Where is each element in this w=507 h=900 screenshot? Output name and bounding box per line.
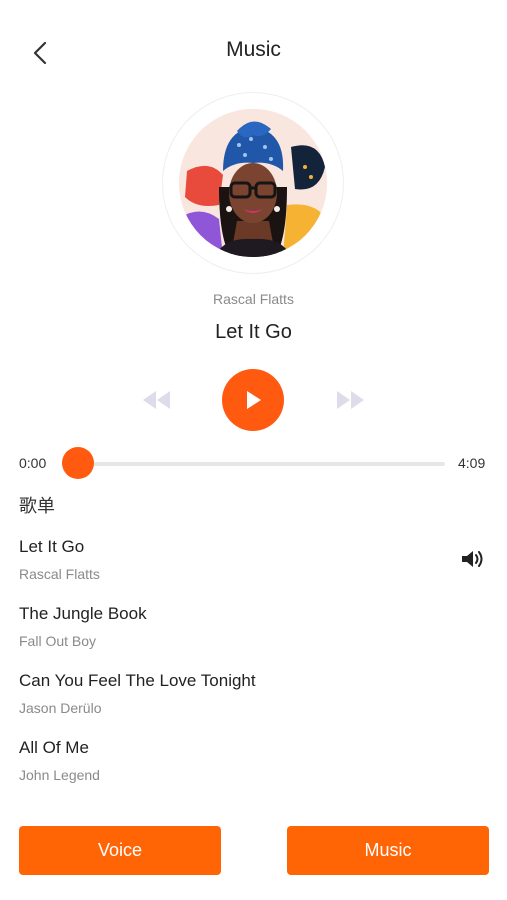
total-time: 4:09 — [458, 455, 486, 471]
rewind-icon — [143, 391, 170, 409]
now-playing-artist: Rascal Flatts — [213, 291, 294, 307]
list-item[interactable]: Can You Feel The Love Tonight Jason Derü… — [0, 671, 507, 735]
song-title: The Jungle Book — [19, 604, 147, 623]
progress-track[interactable] — [78, 462, 445, 466]
song-title: All Of Me — [19, 738, 89, 757]
play-button[interactable] — [222, 369, 284, 431]
music-button[interactable]: Music — [287, 826, 489, 875]
song-artist: Fall Out Boy — [19, 633, 97, 649]
now-playing-title: Let It Go — [215, 321, 292, 343]
song-title: Can You Feel The Love Tonight — [19, 671, 256, 690]
current-time: 0:00 — [19, 455, 47, 471]
progress-slider-thumb[interactable] — [62, 447, 94, 479]
fast-forward-icon — [337, 391, 364, 409]
previous-track-button[interactable] — [140, 388, 174, 412]
song-artist: Jason Derülo — [19, 700, 102, 716]
play-icon — [247, 391, 261, 409]
page-title: Music — [226, 38, 281, 61]
playlist-heading: 歌单 — [19, 496, 55, 516]
list-item[interactable]: All Of Me John Legend — [0, 738, 507, 802]
song-title: Let It Go — [19, 537, 85, 556]
speaker-icon — [461, 549, 485, 569]
album-art-portrait — [179, 109, 327, 257]
song-artist: Rascal Flatts — [19, 566, 100, 582]
voice-button[interactable]: Voice — [19, 826, 221, 875]
song-artist: John Legend — [19, 767, 100, 783]
list-item[interactable]: The Jungle Book Fall Out Boy — [0, 604, 507, 668]
list-item[interactable]: Let It Go Rascal Flatts — [0, 537, 507, 601]
next-track-button[interactable] — [333, 388, 367, 412]
